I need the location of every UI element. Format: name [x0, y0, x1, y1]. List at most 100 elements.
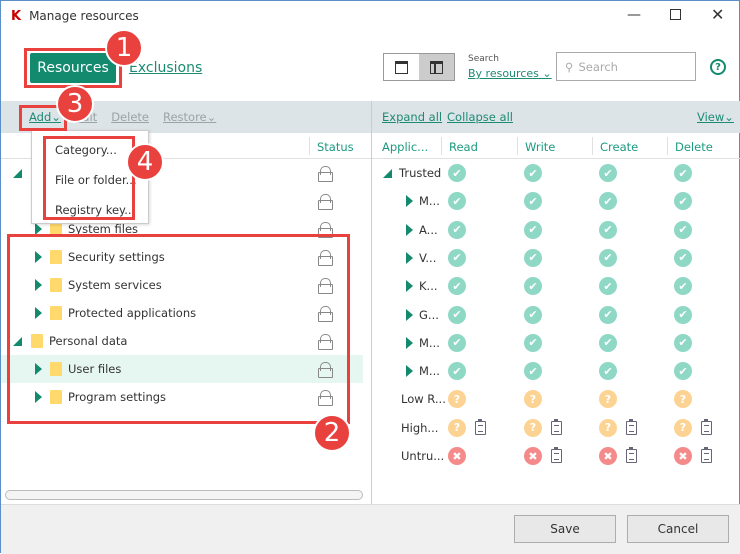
rights-row[interactable]: High...????	[372, 414, 740, 442]
allow-check-icon[interactable]: ✔	[448, 362, 466, 381]
close-button[interactable]: ✕	[711, 5, 724, 24]
rights-row[interactable]: Untru... ✖ ✖ ✖ ✖	[372, 442, 740, 470]
ask-question-icon[interactable]: ?	[524, 418, 542, 437]
ask-question-icon[interactable]: ?	[674, 390, 692, 409]
allow-check-icon[interactable]: ✔	[599, 220, 617, 239]
allow-check-icon[interactable]: ✔	[599, 248, 617, 267]
expand-arrow-icon[interactable]	[406, 280, 413, 293]
log-clipboard-icon[interactable]	[626, 447, 637, 463]
log-clipboard-icon[interactable]	[551, 447, 562, 463]
collapse-arrow-icon[interactable]	[383, 168, 392, 178]
ask-question-icon[interactable]: ?	[448, 390, 466, 409]
allow-check-icon[interactable]: ✔	[599, 333, 617, 352]
allow-check-icon[interactable]: ✔	[674, 277, 692, 296]
allow-check-icon[interactable]: ✔	[674, 192, 692, 211]
delete-button[interactable]: Delete	[111, 110, 149, 124]
allow-check-icon[interactable]: ✔	[524, 305, 542, 324]
allow-check-icon[interactable]: ✔	[524, 164, 542, 182]
expand-arrow-icon[interactable]	[406, 308, 413, 321]
ask-question-icon[interactable]: ?	[599, 418, 617, 437]
allow-check-icon[interactable]: ✔	[674, 333, 692, 352]
allow-check-icon[interactable]: ✔	[674, 362, 692, 381]
allow-check-icon[interactable]: ✔	[524, 248, 542, 267]
log-clipboard-icon[interactable]	[475, 418, 486, 435]
column-status[interactable]: Status	[317, 140, 354, 154]
allow-check-icon[interactable]: ✔	[599, 164, 617, 182]
allow-check-icon[interactable]: ✔	[448, 277, 466, 296]
log-clipboard-icon[interactable]	[626, 418, 637, 435]
deny-cross-icon[interactable]: ✖	[599, 447, 617, 465]
column-divider[interactable]	[441, 137, 442, 155]
allow-check-icon[interactable]: ✔	[524, 192, 542, 211]
allow-check-icon[interactable]: ✔	[448, 192, 466, 211]
column-divider[interactable]	[517, 137, 518, 155]
column-applic[interactable]: Applic...	[382, 140, 428, 154]
restore-button[interactable]: Restore⌄	[163, 110, 216, 124]
horizontal-scrollbar[interactable]	[5, 490, 363, 500]
cancel-button[interactable]: Cancel	[627, 515, 729, 543]
rights-row[interactable]: M... ✔ ✔ ✔ ✔	[372, 357, 740, 385]
allow-check-icon[interactable]: ✔	[524, 362, 542, 381]
allow-check-icon[interactable]: ✔	[448, 220, 466, 239]
allow-check-icon[interactable]: ✔	[524, 333, 542, 352]
view-dropdown[interactable]: View⌄	[697, 110, 734, 124]
log-clipboard-icon[interactable]	[551, 418, 562, 435]
search-input[interactable]: ⚲ Search	[556, 52, 696, 81]
rights-row[interactable]: G... ✔ ✔ ✔ ✔	[372, 301, 740, 329]
allow-check-icon[interactable]: ✔	[448, 305, 466, 324]
single-pane-view-icon[interactable]	[384, 54, 419, 80]
deny-cross-icon[interactable]: ✖	[674, 447, 692, 465]
expand-arrow-icon[interactable]	[406, 365, 413, 378]
allow-check-icon[interactable]: ✔	[674, 248, 692, 267]
expand-arrow-icon[interactable]	[406, 223, 413, 236]
allow-check-icon[interactable]: ✔	[674, 305, 692, 324]
deny-cross-icon[interactable]: ✖	[524, 447, 542, 465]
ask-question-icon[interactable]: ?	[448, 418, 466, 437]
minimize-button[interactable]: —	[627, 7, 641, 23]
allow-check-icon[interactable]: ✔	[599, 277, 617, 296]
allow-check-icon[interactable]: ✔	[448, 248, 466, 267]
rights-row[interactable]: Low R...????	[372, 385, 740, 413]
rights-row[interactable]: M... ✔ ✔ ✔ ✔	[372, 187, 740, 215]
split-pane-view-icon[interactable]	[419, 54, 454, 80]
allow-check-icon[interactable]: ✔	[524, 220, 542, 239]
column-read[interactable]: Read	[449, 140, 478, 154]
allow-check-icon[interactable]: ✔	[674, 164, 692, 182]
column-divider[interactable]	[667, 137, 668, 155]
ask-question-icon[interactable]: ?	[599, 390, 617, 409]
allow-check-icon[interactable]: ✔	[448, 333, 466, 352]
expand-arrow-icon[interactable]	[406, 195, 413, 208]
ask-question-icon[interactable]: ?	[674, 418, 692, 437]
rights-row[interactable]: K... ✔ ✔ ✔ ✔	[372, 272, 740, 300]
search-by-dropdown[interactable]: By resources ⌄	[468, 67, 552, 80]
rights-row[interactable]: M... ✔ ✔ ✔ ✔	[372, 329, 740, 357]
allow-check-icon[interactable]: ✔	[448, 164, 466, 182]
log-clipboard-icon[interactable]	[701, 447, 712, 463]
application-group-label: M...	[419, 364, 440, 379]
collapse-arrow-icon[interactable]	[13, 168, 22, 178]
log-clipboard-icon[interactable]	[701, 418, 712, 435]
column-delete[interactable]: Delete	[675, 140, 713, 154]
column-write[interactable]: Write	[525, 140, 555, 154]
deny-cross-icon[interactable]: ✖	[448, 447, 466, 465]
expand-arrow-icon[interactable]	[406, 251, 413, 264]
rights-row[interactable]: Trusted ✔ ✔ ✔ ✔	[372, 159, 740, 187]
column-divider[interactable]	[592, 137, 593, 155]
allow-check-icon[interactable]: ✔	[674, 220, 692, 239]
expand-arrow-icon[interactable]	[406, 336, 413, 349]
rights-row[interactable]: A... ✔ ✔ ✔ ✔	[372, 216, 740, 244]
help-icon[interactable]: ?	[710, 59, 726, 75]
allow-check-icon[interactable]: ✔	[524, 277, 542, 296]
rights-row[interactable]: V... ✔ ✔ ✔ ✔	[372, 244, 740, 272]
allow-check-icon[interactable]: ✔	[599, 362, 617, 381]
view-toggle[interactable]	[383, 53, 455, 81]
column-create[interactable]: Create	[600, 140, 638, 154]
allow-check-icon[interactable]: ✔	[599, 305, 617, 324]
ask-question-icon[interactable]: ?	[524, 390, 542, 409]
maximize-button[interactable]	[670, 9, 681, 20]
expand-all-button[interactable]: Expand all	[382, 110, 442, 124]
collapse-all-button[interactable]: Collapse all	[447, 110, 513, 124]
save-button[interactable]: Save	[514, 515, 616, 543]
tab-exclusions[interactable]: Exclusions	[129, 60, 202, 76]
allow-check-icon[interactable]: ✔	[599, 192, 617, 211]
